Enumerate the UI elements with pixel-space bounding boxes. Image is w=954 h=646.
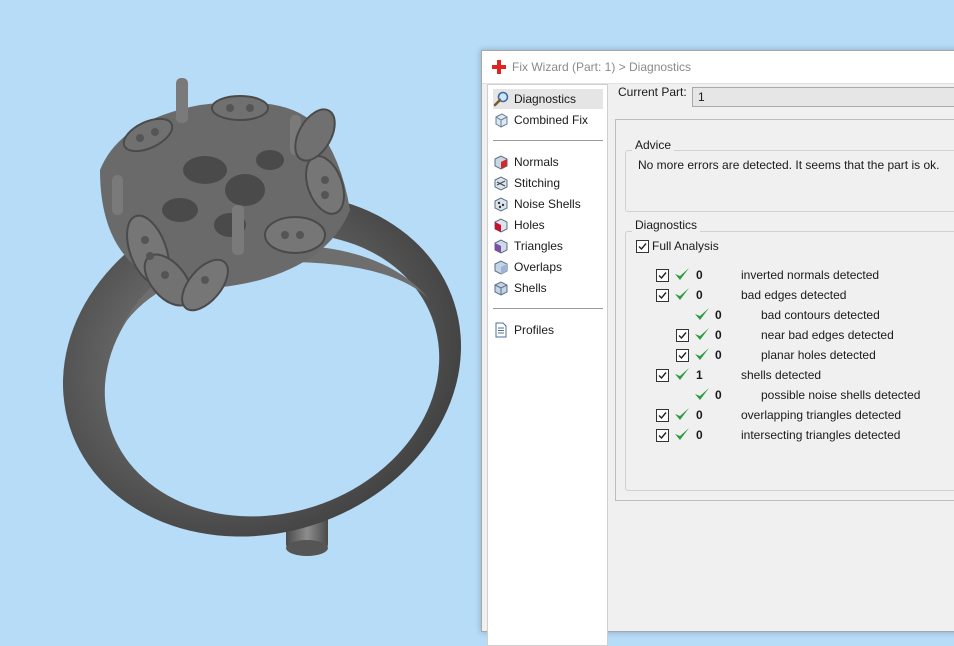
normals-cube-icon (494, 155, 508, 170)
row-checkbox[interactable] (656, 269, 669, 282)
row-label: planar holes detected (761, 348, 876, 362)
ok-check-icon (695, 308, 709, 320)
ok-check-icon (695, 388, 709, 400)
ok-check-icon (675, 268, 689, 280)
checkmark-icon (678, 352, 687, 360)
row-checkbox[interactable] (676, 349, 689, 362)
nav-item-diagnostics[interactable]: Diagnostics (493, 89, 603, 109)
row-label: overlapping triangles detected (741, 408, 902, 422)
ok-check-icon (675, 288, 689, 300)
row-label: intersecting triangles detected (741, 428, 901, 442)
ok-check-icon (675, 408, 689, 420)
current-part-field: 1 (692, 87, 954, 107)
checkmark-icon (658, 292, 667, 300)
row-count: 0 (715, 348, 722, 362)
noise-shells-icon (494, 197, 508, 212)
nav-item-overlaps[interactable]: Overlaps (493, 257, 603, 277)
red-cross-icon (492, 60, 506, 74)
shells-icon (494, 281, 508, 296)
window-title: Fix Wizard (Part: 1) > Diagnostics (512, 60, 692, 74)
diagnostics-title: Diagnostics (632, 218, 701, 232)
full-analysis-label: Full Analysis (652, 239, 719, 253)
nav-item-profiles[interactable]: Profiles (493, 320, 603, 340)
magnifier-icon (493, 91, 509, 107)
nav-separator (493, 308, 603, 309)
wizard-nav: Diagnostics Combined Fix Normals Stitchi… (487, 84, 608, 646)
nav-item-holes[interactable]: Holes (493, 215, 603, 235)
row-label: bad contours detected (761, 308, 880, 322)
row-checkbox[interactable] (656, 369, 669, 382)
ok-check-icon (675, 368, 689, 380)
ok-check-icon (695, 348, 709, 360)
checkmark-icon (658, 412, 667, 420)
row-label: near bad edges detected (761, 328, 894, 342)
row-count: 0 (696, 428, 703, 442)
advice-title: Advice (632, 138, 675, 152)
nav-separator (493, 140, 603, 141)
fix-wizard-window: Fix Wizard (Part: 1) > Diagnostics Diagn… (481, 50, 954, 646)
row-count: 0 (715, 328, 722, 342)
nav-item-combined-fix[interactable]: Combined Fix (493, 110, 603, 130)
cube-icon (495, 113, 508, 128)
row-label: bad edges detected (741, 288, 847, 302)
full-analysis-checkbox[interactable] (636, 240, 649, 253)
row-checkbox[interactable] (656, 409, 669, 422)
nav-item-noise-shells[interactable]: Noise Shells (493, 194, 603, 214)
nav-item-triangles[interactable]: Triangles (493, 236, 603, 256)
nav-item-normals[interactable]: Normals (493, 152, 603, 172)
checkmark-icon (658, 432, 667, 440)
row-count: 1 (696, 368, 703, 382)
checkmark-icon (678, 332, 687, 340)
row-count: 0 (696, 268, 703, 282)
row-checkbox[interactable] (656, 289, 669, 302)
current-part-label: Current Part: (618, 85, 687, 99)
advice-text: No more errors are detected. It seems th… (638, 158, 940, 172)
row-label: inverted normals detected (741, 268, 880, 282)
title-bar[interactable]: Fix Wizard (Part: 1) > Diagnostics (482, 51, 954, 84)
row-label: shells detected (741, 368, 822, 382)
nav-item-shells[interactable]: Shells (493, 278, 603, 298)
row-checkbox[interactable] (656, 429, 669, 442)
stitching-icon (494, 176, 508, 191)
triangles-icon (494, 239, 508, 254)
checkmark-icon (658, 272, 667, 280)
checkmark-icon (638, 243, 647, 251)
row-count: 0 (715, 388, 722, 402)
row-label: possible noise shells detected (761, 388, 921, 402)
row-count: 0 (696, 408, 703, 422)
document-icon (495, 322, 507, 338)
row-count: 0 (696, 288, 703, 302)
row-checkbox[interactable] (676, 329, 689, 342)
checkmark-icon (658, 372, 667, 380)
holes-icon (494, 218, 508, 233)
row-count: 0 (715, 308, 722, 322)
ok-check-icon (675, 428, 689, 440)
ok-check-icon (695, 328, 709, 340)
overlaps-icon (494, 260, 508, 275)
nav-item-stitching[interactable]: Stitching (493, 173, 603, 193)
